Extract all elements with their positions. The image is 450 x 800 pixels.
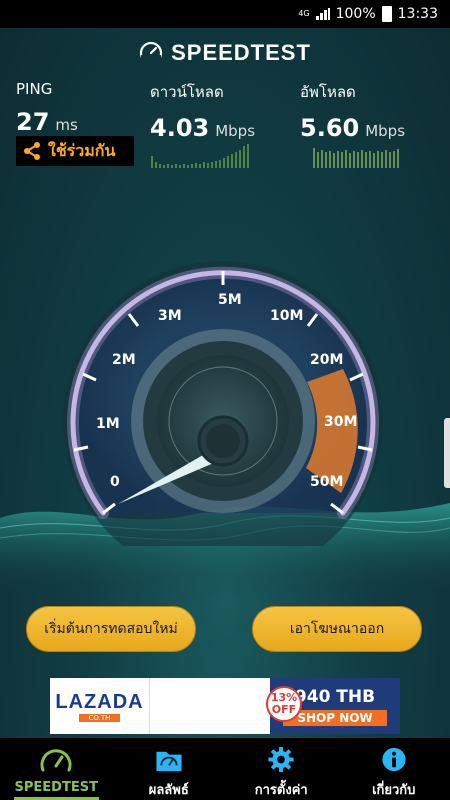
download-metric: ดาวน์โหลด 4.03 Mbps [150,80,255,142]
network-type: 4G [298,9,310,18]
nav-speedtest-label: SPEEDTEST [14,780,98,795]
info-icon [382,747,406,772]
tick-label-1m: 1M [96,416,120,432]
upload-metric: อัพโหลด 5.60 Mbps [300,80,405,142]
ad-brand: LAZADA CO.TH [50,678,150,734]
tick-label-2m: 2M [112,352,136,368]
ping-unit: ms [55,116,78,134]
ad-banner[interactable]: LAZADA CO.TH 13% OFF 940 THB SHOP NOW [50,678,400,734]
battery-percent: 100% [335,6,376,22]
share-label: ใช้ร่วมกัน [48,140,116,160]
upload-sparkline [313,148,399,168]
ping-label: PING [16,80,53,98]
share-button[interactable]: ใช้ร่วมกัน [16,136,134,166]
app-title: SPEEDTEST [171,40,311,65]
download-value: 4.03 [150,114,210,142]
ping-metric: PING 27 ms [16,80,78,136]
restart-test-button[interactable]: เริ่มต้นการทดสอบใหม่ [26,606,196,652]
tick-label-0: 0 [110,474,120,490]
folder-icon [156,751,182,772]
app-header: SPEEDTEST [0,40,450,66]
ad-discount-suffix: OFF [271,703,297,716]
status-bar: 4G 100% 13:33 [0,0,450,28]
upload-label: อัพโหลด [300,83,356,101]
speedometer-icon [40,749,72,772]
nav-about-label: เกี่ยวกับ [372,783,416,798]
ad-price: 940 THB [294,686,376,707]
tick-label-5m: 5M [218,292,242,308]
tick-label-50m: 50M [310,474,344,490]
nav-settings-label: การตั้งค่า [254,783,308,798]
tick-label-20m: 20M [310,352,344,368]
tick-label-30m: 30M [324,414,358,430]
tick-label-10m: 10M [270,308,304,324]
app-screen: SPEEDTEST PING 27 ms ดาวน์โหลด 4.03 Mbps อ… [0,28,450,738]
ad-discount-badge: 13% OFF [266,686,302,722]
tick-label-3m: 3M [158,308,182,324]
download-sparkline [151,144,249,168]
nav-about[interactable]: เกี่ยวกับ [338,738,450,800]
download-label: ดาวน์โหลด [150,83,224,101]
nav-speedtest[interactable]: SPEEDTEST [0,738,113,800]
speedtest-logo-icon [139,41,163,65]
ad-brand-name: LAZADA [55,690,144,713]
nav-results[interactable]: ผลลัพธ์ [113,738,226,800]
clock: 13:33 [397,6,438,22]
signal-icon [315,8,330,20]
nav-settings[interactable]: การตั้งค่า [225,738,338,800]
remove-ads-button[interactable]: เอาโฆษณาออก [252,606,422,652]
nav-results-label: ผลลัพธ์ [148,783,189,798]
download-unit: Mbps [215,122,256,140]
bottom-nav: SPEEDTEST ผลลัพธ์ การตั้งค่า เกี่ยวกับ [0,738,450,800]
speed-gauge: 0 1M 2M 3M 5M 10M 20M 30M 50M [58,256,388,581]
upload-value: 5.60 [300,114,360,142]
ad-brand-sub: CO.TH [78,713,121,722]
ping-value: 27 [16,108,50,136]
edge-panel-handle[interactable] [444,418,450,488]
share-icon [24,142,40,160]
battery-icon [381,6,392,22]
upload-unit: Mbps [365,122,406,140]
gear-icon [268,746,294,773]
